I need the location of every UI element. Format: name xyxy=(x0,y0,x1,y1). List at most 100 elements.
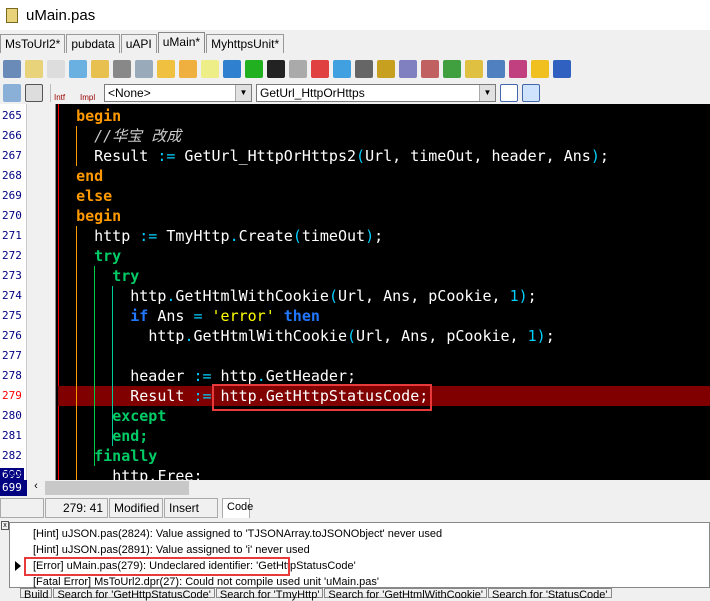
toolbar-button-icon[interactable] xyxy=(223,60,241,78)
file-icon xyxy=(6,7,18,23)
method-combo[interactable]: GetUrl_HttpOrHttps ▼ xyxy=(256,84,496,102)
tab-search-2[interactable]: Search for 'TmyHttp' xyxy=(215,588,324,601)
code-token: except xyxy=(112,407,167,425)
message-item[interactable]: [Hint] uJSON.pas(2891): Value assigned t… xyxy=(33,542,310,558)
code-view-tab[interactable]: Code xyxy=(222,498,253,518)
align-center-icon[interactable] xyxy=(522,84,540,102)
code-token: http xyxy=(130,287,167,305)
message-pane[interactable]: [Hint] uJSON.pas(2824): Value assigned t… xyxy=(9,522,710,588)
code-line[interactable]: http.GetHtmlWithCookie(Url, Ans, pCookie… xyxy=(58,286,537,306)
code-token: GetHeader; xyxy=(265,367,357,385)
code-line[interactable]: finally xyxy=(58,446,157,466)
tab-myhttpsunit[interactable]: MyhttpsUnit* xyxy=(206,34,285,53)
toolbar-button-icon[interactable] xyxy=(553,60,571,78)
code-line[interactable]: try xyxy=(58,266,139,286)
toolbar-button-icon[interactable] xyxy=(113,60,131,78)
toolbar-button-icon[interactable] xyxy=(179,60,197,78)
code-token: = xyxy=(193,307,203,325)
horizontal-scrollbar[interactable]: 699 ‹ xyxy=(0,480,710,496)
code-line[interactable]: end xyxy=(58,166,103,186)
toolbar-button-icon[interactable] xyxy=(25,60,43,78)
tab-pubdata[interactable]: pubdata xyxy=(66,34,120,53)
toolbar-button-icon[interactable] xyxy=(69,60,87,78)
code-line[interactable]: header := http.GetHeader; xyxy=(58,366,356,386)
toolbar-button-icon[interactable] xyxy=(355,60,373,78)
toolbar-button-icon[interactable] xyxy=(377,60,395,78)
chevron-down-icon[interactable]: ▼ xyxy=(479,85,495,101)
toolbar-button-icon[interactable] xyxy=(267,60,285,78)
toolbar-button-icon[interactable] xyxy=(509,60,527,78)
code-token: try xyxy=(112,267,140,285)
toolbar-button-icon[interactable] xyxy=(47,60,65,78)
message-tabs: Build Search for 'GetHttpStatusCode' Sea… xyxy=(20,588,613,601)
code-line[interactable]: http.Free; xyxy=(58,466,202,480)
scope-value: <None> xyxy=(108,86,151,100)
cursor-position: 279: 41 xyxy=(45,498,108,518)
chevron-down-icon[interactable]: ▼ xyxy=(235,85,251,101)
line-number: 276 xyxy=(2,329,22,342)
toolbar-button-icon[interactable] xyxy=(135,60,153,78)
scrollbar-thumb[interactable] xyxy=(45,481,189,495)
code-token: http xyxy=(148,327,185,345)
toolbar-button-icon[interactable] xyxy=(157,60,175,78)
code-token: ; xyxy=(599,147,609,165)
navigation-toolbar: Intf Impl <None> ▼ GetUrl_HttpOrHttps ▼ xyxy=(0,82,544,104)
breakpoint-gutter[interactable] xyxy=(27,104,56,480)
code-line[interactable]: Result := GetUrl_HttpOrHttps2(Url, timeO… xyxy=(58,146,609,166)
line-number: 269 xyxy=(2,189,22,202)
code-line[interactable]: http := TmyHttp.Create(timeOut); xyxy=(58,226,383,246)
intf-button[interactable]: Intf xyxy=(54,85,76,102)
code-token: 'error' xyxy=(211,307,275,325)
toolbar-button-icon[interactable] xyxy=(443,60,461,78)
code-line[interactable]: Result := http.GetHttpStatusCode; xyxy=(58,386,428,406)
code-token: Result xyxy=(94,147,158,165)
toolbar-button-icon[interactable] xyxy=(3,60,21,78)
current-message-arrow-icon xyxy=(15,561,21,571)
close-icon[interactable]: x xyxy=(1,521,9,530)
code-line[interactable]: except xyxy=(58,406,166,426)
code-token: ( xyxy=(347,327,357,345)
code-token: GetHtmlWithCookie xyxy=(193,327,347,345)
code-token: try xyxy=(94,247,122,265)
code-line[interactable]: if Ans = 'error' then xyxy=(58,306,320,326)
toolbar-button-icon[interactable] xyxy=(487,60,505,78)
line-number: 270 xyxy=(2,209,22,222)
impl-button[interactable]: Impl xyxy=(80,85,102,102)
tab-search-3[interactable]: Search for 'GetHtmlWithCookie' xyxy=(324,588,488,601)
message-item[interactable]: [Hint] uJSON.pas(2824): Value assigned t… xyxy=(33,526,442,542)
toolbar-button-icon[interactable] xyxy=(289,60,307,78)
code-token: ) xyxy=(590,147,600,165)
line-number: 278 xyxy=(2,369,22,382)
tab-search-1[interactable]: Search for 'GetHttpStatusCode' xyxy=(53,588,215,601)
code-line[interactable]: end; xyxy=(58,426,148,446)
tab-mstourl2[interactable]: MsToUrl2* xyxy=(0,34,66,53)
toolbar-button-icon[interactable] xyxy=(91,60,109,78)
toolbar-button-icon[interactable] xyxy=(465,60,483,78)
toolbar-button-icon[interactable] xyxy=(201,60,219,78)
code-editor[interactable]: 699 265 begin 266 //华宝 改成 267 Result := Ge… xyxy=(0,104,710,480)
method-value: GetUrl_HttpOrHttps xyxy=(260,86,365,100)
code-line[interactable]: begin xyxy=(58,206,121,226)
toolbar-button-icon[interactable] xyxy=(333,60,351,78)
toolbar-button-icon[interactable] xyxy=(245,60,263,78)
code-token: ; xyxy=(527,287,537,305)
window-icon[interactable] xyxy=(25,84,43,102)
browse-icon[interactable] xyxy=(3,84,21,102)
scope-combo[interactable]: <None> ▼ xyxy=(104,84,252,102)
toolbar-button-icon[interactable] xyxy=(399,60,417,78)
code-line[interactable]: begin xyxy=(58,106,121,126)
toolbar-button-icon[interactable] xyxy=(531,60,549,78)
toolbar-button-icon[interactable] xyxy=(311,60,329,78)
line-number: 277 xyxy=(2,349,22,362)
tab-search-4[interactable]: Search for 'StatusCode' xyxy=(488,588,612,601)
code-line[interactable]: http.GetHtmlWithCookie(Url, Ans, pCookie… xyxy=(58,326,554,346)
toolbar-button-icon[interactable] xyxy=(421,60,439,78)
scroll-left-icon[interactable]: ‹ xyxy=(28,480,44,496)
align-left-icon[interactable] xyxy=(500,84,518,102)
code-line[interactable]: else xyxy=(58,186,112,206)
tab-build[interactable]: Build xyxy=(20,588,53,601)
code-line[interactable]: //华宝 改成 xyxy=(58,126,181,146)
code-line[interactable]: try xyxy=(58,246,121,266)
tab-umain[interactable]: uMain* xyxy=(157,32,206,53)
tab-uapi[interactable]: uAPI xyxy=(120,34,157,53)
